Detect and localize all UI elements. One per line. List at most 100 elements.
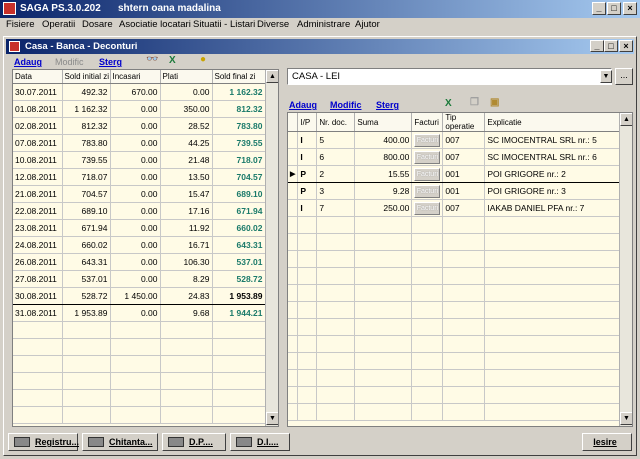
table-row[interactable]: 31.08.2011 1 953.89 0.00 9.68 1 944.21 (13, 304, 266, 322)
empty-cell (110, 406, 161, 424)
right-add-link[interactable]: Adaug (289, 100, 317, 110)
table-row[interactable]: 30.08.2011 528.72 1 450.00 24.83 1 953.89 (13, 286, 266, 305)
window-close-icon[interactable]: × (619, 40, 633, 52)
table-row[interactable]: I 7 250.00 Facturi 007 IAKAB DANIEL PFA nr.: … (288, 199, 622, 217)
coins-icon[interactable]: ● (200, 54, 206, 65)
facturi-button[interactable]: Facturi (414, 184, 441, 198)
right-scroll-down-icon[interactable]: ▼ (620, 412, 632, 425)
cell-sold-final: 660.02 (212, 219, 266, 237)
table-row[interactable]: 10.08.2011 739.55 0.00 21.48 718.07 (13, 151, 266, 169)
cell-incasari: 0.00 (110, 236, 161, 254)
table-row[interactable]: I 6 800.00 Facturi 007 SC IMOCENTRAL SRL nr.:… (288, 148, 622, 166)
col-incasari[interactable]: Incasari (110, 70, 161, 84)
right-modify-link[interactable]: Modific (330, 100, 362, 110)
empty-cell (442, 403, 486, 421)
chitanta-label: Chitanta... (109, 437, 153, 447)
empty-cell (354, 250, 413, 268)
binoculars-icon[interactable]: 👓 (146, 54, 158, 65)
menu-operatii[interactable]: Operatii (42, 19, 75, 30)
facturi-button[interactable]: Facturi (414, 167, 441, 181)
col-nr-doc[interactable]: Nr. doc. (316, 113, 356, 132)
empty-row (288, 267, 622, 285)
col-data[interactable]: Data (13, 70, 63, 84)
facturi-button[interactable]: Facturi (414, 133, 441, 147)
chitanta-button[interactable]: Chitanta... (82, 433, 158, 451)
window-minimize-icon[interactable]: _ (590, 40, 604, 52)
empty-cell (442, 250, 486, 268)
col-tip-operatie[interactable]: Tip operatie (442, 113, 486, 132)
exit-button[interactable]: Iesire (582, 433, 632, 451)
empty-cell (442, 369, 486, 387)
empty-cell (212, 355, 266, 373)
table-row[interactable]: I 5 400.00 Facturi 007 SC IMOCENTRAL SRL nr.:… (288, 131, 622, 149)
right-scroll-up-icon[interactable]: ▲ (620, 113, 632, 126)
table-row[interactable]: 07.08.2011 783.80 0.00 44.25 739.55 (13, 134, 266, 152)
right-grid: I/P Nr. doc. Suma Facturi Tip operatie E… (287, 112, 633, 427)
close-icon[interactable]: × (623, 2, 637, 15)
table-row[interactable]: 27.08.2011 537.01 0.00 8.29 528.72 (13, 270, 266, 288)
cell-sold-final: 783.80 (212, 117, 266, 135)
table-row[interactable]: ▶ P 2 15.55 Facturi 001 POI GRIGORE nr.: 2 (288, 165, 622, 183)
scroll-down-icon[interactable]: ▼ (266, 412, 278, 425)
cell-facturi: Facturi (411, 199, 444, 217)
menu-diverse[interactable]: Diverse (257, 19, 289, 30)
chevron-down-icon[interactable]: ▼ (600, 70, 612, 83)
copy-icon[interactable]: ❐ (470, 97, 479, 108)
dp-button[interactable]: D.P.... (162, 433, 226, 451)
col-ip[interactable]: I/P (297, 113, 318, 132)
menu-ajutor[interactable]: Ajutor (355, 19, 380, 30)
right-scrollbar[interactable]: ▲ ▼ (619, 113, 632, 426)
table-row[interactable]: 21.08.2011 704.57 0.00 15.47 689.10 (13, 185, 266, 203)
left-delete-link[interactable]: Sterg (99, 57, 122, 67)
cell-plati: 16.71 (160, 236, 213, 254)
maximize-icon[interactable]: □ (607, 2, 621, 15)
empty-cell (484, 267, 622, 285)
table-row[interactable]: 02.08.2011 812.32 0.00 28.52 783.80 (13, 117, 266, 135)
registru-button[interactable]: Registru... (8, 433, 79, 451)
menu-situatii[interactable]: Situatii - Listari (193, 19, 255, 30)
empty-cell (316, 318, 356, 336)
browse-button[interactable]: ... (615, 68, 633, 85)
paste-icon[interactable]: ▣ (490, 97, 499, 108)
table-row[interactable]: 12.08.2011 718.07 0.00 13.50 704.57 (13, 168, 266, 186)
table-row[interactable]: 23.08.2011 671.94 0.00 11.92 660.02 (13, 219, 266, 237)
right-excel-icon[interactable]: X (445, 98, 452, 109)
window-maximize-icon[interactable]: □ (604, 40, 618, 52)
menu-administrare[interactable]: Administrare (297, 19, 350, 30)
row-indicator-icon (288, 131, 299, 149)
scroll-up-icon[interactable]: ▲ (266, 70, 278, 83)
facturi-button[interactable]: Facturi (414, 150, 441, 164)
menu-asociatie[interactable]: Asociatie locatari (119, 19, 191, 30)
account-select[interactable]: CASA - LEI (287, 68, 612, 85)
empty-row (13, 338, 266, 356)
table-row[interactable]: 22.08.2011 689.10 0.00 17.16 671.94 (13, 202, 266, 220)
di-label: D.I.... (257, 437, 279, 447)
table-row[interactable]: 26.08.2011 643.31 0.00 106.30 537.01 (13, 253, 266, 271)
col-suma[interactable]: Suma (354, 113, 413, 132)
table-row[interactable]: 24.08.2011 660.02 0.00 16.71 643.31 (13, 236, 266, 254)
col-facturi[interactable]: Facturi (411, 113, 444, 132)
di-button[interactable]: D.I.... (230, 433, 290, 451)
table-row[interactable]: P 3 9.28 Facturi 001 POI GRIGORE nr.: 3 (288, 182, 622, 200)
empty-cell (288, 250, 299, 268)
col-sold-final[interactable]: Sold final zi (212, 70, 266, 84)
col-sold-initial[interactable]: Sold initial zi (62, 70, 111, 84)
cell-sold-final: 1 953.89 (212, 286, 266, 305)
cell-sold-initial: 739.55 (62, 151, 111, 169)
facturi-button[interactable]: Facturi (414, 201, 441, 215)
left-add-link[interactable]: Adaug (14, 57, 42, 67)
right-delete-link[interactable]: Sterg (376, 100, 399, 110)
menu-fisiere[interactable]: Fisiere (6, 19, 35, 30)
minimize-icon[interactable]: _ (592, 2, 606, 15)
empty-row (288, 250, 622, 268)
col-explicatie[interactable]: Explicatie (484, 113, 622, 132)
menu-dosare[interactable]: Dosare (82, 19, 113, 30)
empty-cell (411, 267, 444, 285)
table-row[interactable]: 30.07.2011 492.32 670.00 0.00 1 162.32 (13, 83, 266, 101)
left-scrollbar[interactable]: ▲ ▼ (265, 70, 278, 426)
cell-plati: 44.25 (160, 134, 213, 152)
cell-facturi: Facturi (411, 165, 444, 183)
col-plati[interactable]: Plati (160, 70, 213, 84)
table-row[interactable]: 01.08.2011 1 162.32 0.00 350.00 812.32 (13, 100, 266, 118)
excel-icon[interactable]: X (169, 55, 176, 66)
